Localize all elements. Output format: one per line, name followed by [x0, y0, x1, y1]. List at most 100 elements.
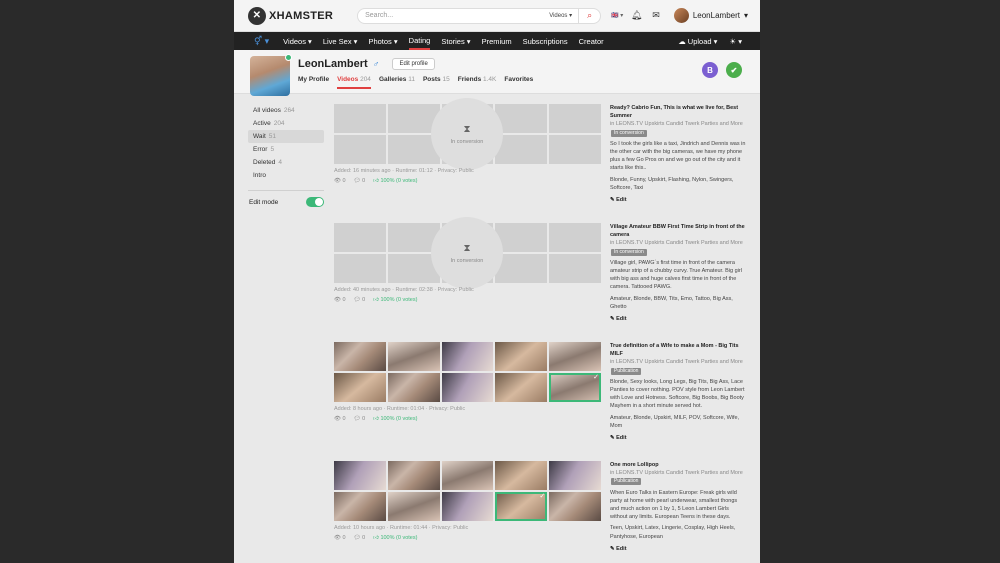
video-title[interactable]: Village Amateur BBW First Time Strip in … [610, 223, 746, 239]
video-thumbnails[interactable] [334, 461, 601, 521]
thumbnail [334, 254, 386, 283]
thumbnail [334, 492, 386, 521]
search-input[interactable]: Search... [365, 12, 549, 19]
upload-label: Upload [687, 36, 712, 46]
video-description: Blonde, Sexy looks, Long Legs, Big Tits,… [610, 378, 745, 410]
filter-deleted[interactable]: Deleted 4 [248, 156, 324, 169]
verified-badge-icon[interactable]: ✔ [726, 62, 742, 78]
nav-item-videos[interactable]: Videos ▾ [283, 32, 312, 50]
chevron-down-icon: ▾ [743, 11, 748, 20]
nav-item-live-sex[interactable]: Live Sex ▾ [323, 32, 358, 50]
browser-scrollbar[interactable] [994, 0, 1000, 563]
thumbnail [495, 373, 548, 402]
page: ✕ XHAMSTER Search... Videos ▾ ⌕ 🇬🇧 ▾ 🔔︎ … [234, 0, 760, 563]
thumbnail [549, 492, 601, 521]
search-icon[interactable]: ⌕ [578, 8, 600, 23]
thumbnail [495, 104, 548, 133]
status-badge: Publication [611, 478, 642, 486]
nav-item-subscriptions[interactable]: Subscriptions [523, 32, 568, 50]
bell-icon[interactable]: 🔔︎ [631, 10, 642, 21]
hourglass-icon: ⧗ [463, 123, 471, 135]
video-tags: Amateur, Blonde, Upskirt, MILF, POV, Sof… [610, 414, 740, 429]
thumbs-up-icon: 👍︎ [373, 178, 379, 184]
thumbnail [495, 461, 548, 490]
channel-link[interactable]: LEONS.TV Upskirts Candid Twerk Parties a… [616, 240, 743, 246]
video-meta: Added: 40 minutes ago · Runtime: 02:38 ·… [334, 287, 474, 293]
user-menu[interactable]: LeonLambert ▾ [673, 8, 748, 23]
comments-count: 0 [362, 416, 366, 422]
video-title[interactable]: Ready? Cabrio Fun, This is what we live … [610, 104, 746, 120]
thumbnail [334, 373, 386, 402]
language-flag-icon[interactable]: 🇬🇧 ▾ [611, 12, 623, 19]
video-description: Village girl, PAWG´s first time in front… [610, 259, 742, 291]
theme-toggle-icon[interactable]: ☀ ▾ [729, 37, 742, 46]
video-title[interactable]: One more Lollipop [610, 461, 746, 469]
selected-thumbnail[interactable] [495, 492, 548, 521]
logo-text: XHAMSTER [269, 9, 334, 22]
thumbnail [387, 373, 440, 402]
video-thumbnails[interactable] [334, 342, 601, 402]
video-stats: 👁︎ 0 💬︎ 0 👍︎ 100% (0 votes) [334, 535, 417, 541]
edit-video-button[interactable]: ✎ Edit [610, 434, 746, 442]
thumbnail [441, 373, 494, 402]
pencil-icon: ✎ [610, 316, 615, 323]
filter-wait[interactable]: Wait 51 [248, 130, 324, 143]
nav-item-creator[interactable]: Creator [579, 32, 604, 50]
channel-link[interactable]: LEONS.TV Upskirts Candid Twerk Parties a… [616, 121, 743, 127]
tab-galleries[interactable]: Galleries 11 [379, 76, 415, 89]
online-status-icon [285, 54, 292, 61]
nav-item-photos[interactable]: Photos ▾ [368, 32, 397, 50]
edit-mode-toggle[interactable] [306, 197, 324, 207]
tab-posts[interactable]: Posts 15 [423, 76, 450, 89]
thumbnail [495, 135, 548, 164]
edit-mode-row: Edit mode [248, 197, 324, 207]
filter-active[interactable]: Active 204 [248, 117, 324, 130]
video-meta: Added: 10 hours ago · Runtime: 01:44 · P… [334, 525, 469, 531]
cloud-upload-icon: ☁ [678, 36, 686, 46]
thumbnail [549, 135, 601, 164]
nav-item-stories[interactable]: Stories ▾ [441, 32, 470, 50]
video-meta: Added: 16 minutes ago · Runtime: 01:12 ·… [334, 168, 474, 174]
tab-friends[interactable]: Friends 1.4K [458, 76, 497, 89]
video-details: One more Lollipop in LEONS.TV Upskirts C… [610, 461, 746, 553]
profile-header: LeonLambert ♂ Edit profile My Profile Vi… [234, 50, 760, 96]
channel-link[interactable]: LEONS.TV Upskirts Candid Twerk Parties a… [616, 470, 743, 476]
filter-intro[interactable]: Intro [248, 169, 324, 182]
filter-error[interactable]: Error 5 [248, 143, 324, 156]
edit-video-button[interactable]: ✎ Edit [610, 196, 746, 204]
mail-icon[interactable]: ✉ [652, 10, 660, 21]
selected-thumbnail[interactable] [549, 373, 601, 402]
thumbnail [549, 223, 601, 252]
thumbnail [441, 461, 494, 490]
edit-video-button[interactable]: ✎ Edit [610, 315, 746, 323]
video-title[interactable]: True definition of a Wife to make a Mom … [610, 342, 746, 358]
thumbnail [495, 342, 548, 371]
thumbs-up-icon: 👍︎ [373, 416, 379, 422]
search-scope-select[interactable]: Videos ▾ [549, 12, 578, 19]
video-tags: Teen, Upskirt, Latex, Lingerie, Cosplay,… [610, 525, 736, 540]
edit-profile-button[interactable]: Edit profile [392, 58, 435, 70]
rating-text: 100% (0 votes) [380, 535, 418, 541]
video-details: Ready? Cabrio Fun, This is what we live … [610, 104, 746, 204]
edit-video-button[interactable]: ✎ Edit [610, 545, 746, 553]
thumbnail [334, 342, 386, 371]
channel-link[interactable]: LEONS.TV Upskirts Candid Twerk Parties a… [616, 359, 743, 365]
tab-my-profile[interactable]: My Profile [298, 76, 329, 89]
comments-count: 0 [362, 178, 366, 184]
thumbnail [495, 254, 548, 283]
thumbs-up-icon: 👍︎ [373, 535, 379, 541]
profile-avatar[interactable] [250, 54, 292, 96]
filter-all-videos[interactable]: All videos 264 [248, 104, 324, 117]
video-tags: Blonde, Funny, Upskirt, Flashing, Nylon,… [610, 176, 734, 191]
tab-favorites[interactable]: Favorites [504, 76, 533, 89]
conversion-overlay: ⧗ In conversion [431, 98, 503, 170]
tab-videos[interactable]: Videos 204 [337, 76, 371, 89]
upload-button[interactable]: ☁ Upload ▾ [678, 37, 717, 46]
site-logo[interactable]: ✕ XHAMSTER [248, 6, 334, 25]
gender-switch-icon[interactable]: ⚥ ▾ [254, 36, 269, 47]
nav-item-dating[interactable]: Dating [408, 32, 431, 50]
thumbnail [549, 104, 601, 133]
nav-item-premium[interactable]: Premium [482, 32, 512, 50]
comment-icon: 💬︎ [353, 297, 361, 303]
creator-badge-icon[interactable]: B [702, 62, 718, 78]
